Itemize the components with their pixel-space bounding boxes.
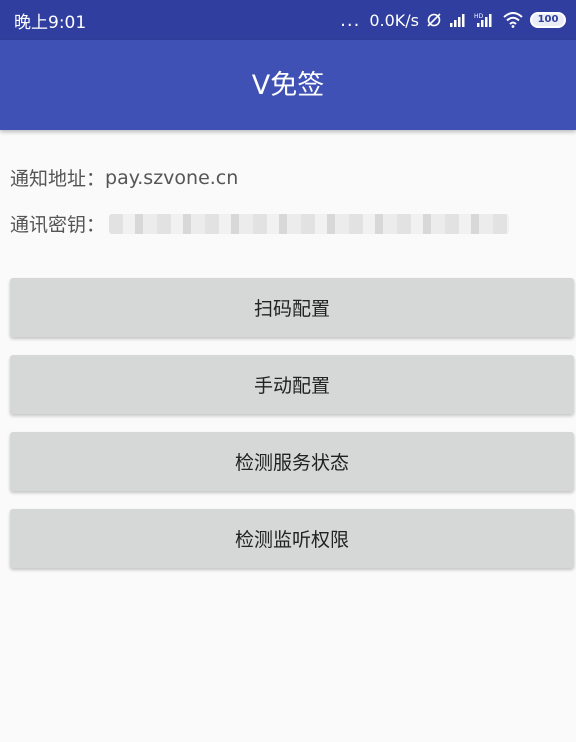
secret-key-masked-value [109, 213, 510, 234]
secret-key-label: 通讯密钥： [10, 214, 106, 236]
scan-config-button[interactable]: 扫码配置 [10, 278, 574, 337]
hd-signal-icon: HD [474, 12, 496, 28]
notify-address-row: 通知地址： pay.szvone.cn [10, 164, 238, 191]
app-title: V免签 [251, 69, 325, 101]
notify-address-label: 通知地址： [10, 168, 106, 190]
check-service-status-button[interactable]: 检测服务状态 [10, 432, 574, 491]
app-bar: V免签 [0, 40, 576, 130]
wifi-icon [503, 12, 523, 28]
check-listen-permission-button[interactable]: 检测监听权限 [10, 509, 574, 568]
secret-key-row: 通讯密钥： [10, 210, 510, 237]
more-notifications-icon: ... [340, 9, 361, 31]
notification-icon [426, 12, 442, 28]
status-icons: ... 0.0K/s HD 100 [340, 10, 566, 31]
network-speed: 0.0K/s [369, 10, 419, 30]
svg-text:HD: HD [474, 13, 484, 20]
status-bar: 晚上9:01 ... 0.0K/s HD 100 [0, 0, 576, 40]
notify-address-value: pay.szvone.cn [105, 166, 239, 189]
signal-icon [449, 13, 467, 27]
status-time: 晚上9:01 [14, 12, 87, 33]
manual-config-button[interactable]: 手动配置 [10, 355, 574, 414]
battery-icon: 100 [530, 12, 566, 28]
